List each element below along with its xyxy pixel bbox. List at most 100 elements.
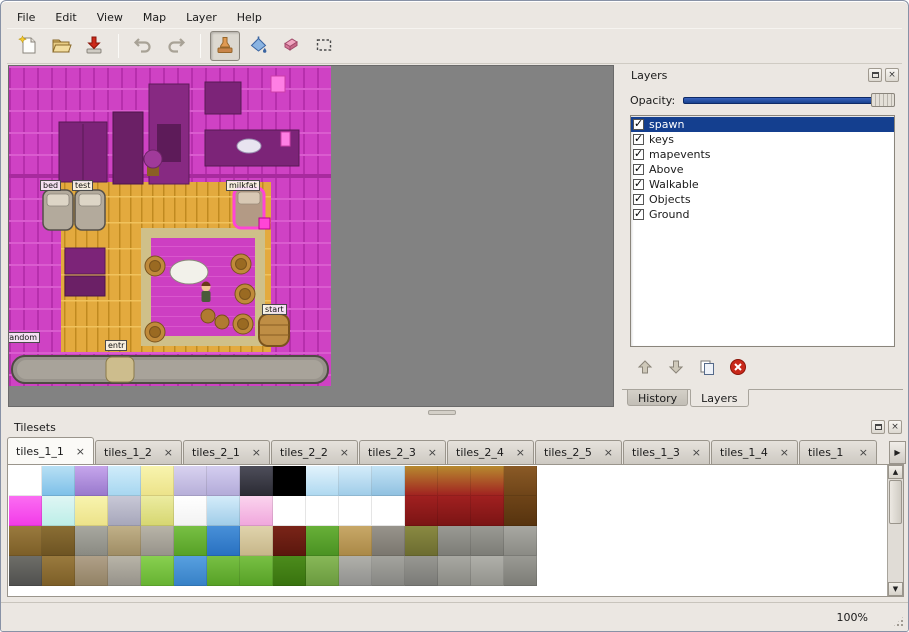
tab-close-icon[interactable]: ×: [692, 446, 701, 459]
map-view[interactable]: bedtestmilkfatstartrandomentr: [8, 65, 614, 407]
tab-close-icon[interactable]: ×: [252, 446, 261, 459]
tile[interactable]: [75, 556, 108, 586]
tileset-scrollbar[interactable]: ▲ ▼: [887, 465, 903, 596]
tile[interactable]: [9, 496, 42, 526]
menu-help[interactable]: Help: [227, 8, 272, 27]
tile[interactable]: [306, 556, 339, 586]
layer-visible-checkbox[interactable]: ✓: [633, 119, 644, 130]
tab-close-icon[interactable]: ×: [516, 446, 525, 459]
tile[interactable]: [438, 526, 471, 556]
tile[interactable]: [438, 496, 471, 526]
opacity-slider-handle[interactable]: [871, 93, 895, 107]
scroll-down-button[interactable]: ▼: [888, 582, 903, 596]
tile[interactable]: [207, 526, 240, 556]
tile[interactable]: [42, 526, 75, 556]
scrollbar-thumb[interactable]: [889, 480, 902, 524]
layer-row-mapevents[interactable]: ✓mapevents: [631, 147, 894, 162]
redo-button[interactable]: [161, 31, 191, 61]
tile[interactable]: [240, 466, 273, 496]
tile[interactable]: [108, 556, 141, 586]
layer-visible-checkbox[interactable]: ✓: [633, 149, 644, 160]
save-button[interactable]: [79, 31, 109, 61]
menu-view[interactable]: View: [87, 8, 133, 27]
layer-row-Above[interactable]: ✓Above: [631, 162, 894, 177]
tile[interactable]: [207, 556, 240, 586]
layer-visible-checkbox[interactable]: ✓: [633, 164, 644, 175]
tileset-tab-tiles_1_1[interactable]: tiles_1_1×: [7, 437, 94, 464]
tile[interactable]: [141, 526, 174, 556]
tile[interactable]: [207, 466, 240, 496]
tile[interactable]: [405, 496, 438, 526]
tile[interactable]: [273, 526, 306, 556]
tile[interactable]: [108, 466, 141, 496]
tile[interactable]: [471, 496, 504, 526]
layer-visible-checkbox[interactable]: ✓: [633, 194, 644, 205]
tile[interactable]: [240, 526, 273, 556]
tile[interactable]: [471, 526, 504, 556]
tile[interactable]: [471, 556, 504, 586]
duplicate-layer-button[interactable]: [696, 357, 718, 379]
layer-row-spawn[interactable]: ✓spawn: [631, 117, 894, 132]
tile[interactable]: [504, 556, 537, 586]
opacity-slider[interactable]: [683, 93, 895, 107]
tile[interactable]: [405, 466, 438, 496]
tile[interactable]: [273, 556, 306, 586]
tileset-tab-tiles_1[interactable]: tiles_1×: [799, 440, 877, 464]
tile[interactable]: [240, 556, 273, 586]
tab-close-icon[interactable]: ×: [76, 445, 85, 458]
tile[interactable]: [471, 466, 504, 496]
tile[interactable]: [42, 556, 75, 586]
scroll-up-button[interactable]: ▲: [888, 465, 903, 479]
tile[interactable]: [306, 466, 339, 496]
menu-map[interactable]: Map: [133, 8, 176, 27]
tile[interactable]: [240, 496, 273, 526]
fill-button[interactable]: [243, 31, 273, 61]
tile[interactable]: [504, 526, 537, 556]
tile[interactable]: [75, 496, 108, 526]
tile[interactable]: [273, 466, 306, 496]
tile[interactable]: [372, 466, 405, 496]
tab-scroll-right-button[interactable]: ▶: [889, 441, 906, 464]
layers-close-button[interactable]: ×: [885, 68, 899, 82]
undo-button[interactable]: [128, 31, 158, 61]
tile[interactable]: [75, 526, 108, 556]
tile[interactable]: [9, 466, 42, 496]
tile[interactable]: [504, 466, 537, 496]
layer-row-Walkable[interactable]: ✓Walkable: [631, 177, 894, 192]
layer-row-keys[interactable]: ✓keys: [631, 132, 894, 147]
tile[interactable]: [174, 556, 207, 586]
tile[interactable]: [108, 496, 141, 526]
tile[interactable]: [141, 556, 174, 586]
tab-close-icon[interactable]: ×: [428, 446, 437, 459]
tilesets-close-button[interactable]: ×: [888, 420, 902, 434]
layer-visible-checkbox[interactable]: ✓: [633, 134, 644, 145]
tileset-tab-tiles_2_3[interactable]: tiles_2_3×: [359, 440, 446, 464]
tile[interactable]: [75, 466, 108, 496]
map-canvas[interactable]: bedtestmilkfatstartrandomentr: [9, 66, 331, 386]
tile[interactable]: [9, 526, 42, 556]
tile[interactable]: [207, 496, 240, 526]
tileset-tab-tiles_2_5[interactable]: tiles_2_5×: [535, 440, 622, 464]
tileset-tab-tiles_2_2[interactable]: tiles_2_2×: [271, 440, 358, 464]
tile[interactable]: [339, 556, 372, 586]
dock-tab-history[interactable]: History: [627, 390, 688, 406]
tile[interactable]: [405, 526, 438, 556]
layer-visible-checkbox[interactable]: ✓: [633, 209, 644, 220]
layer-list[interactable]: ✓spawn✓keys✓mapevents✓Above✓Walkable✓Obj…: [630, 115, 895, 347]
dock-tab-layers[interactable]: Layers: [690, 389, 748, 407]
resize-grip[interactable]: [892, 615, 905, 628]
tile[interactable]: [9, 556, 42, 586]
tileset-tab-tiles_2_1[interactable]: tiles_2_1×: [183, 440, 270, 464]
tile[interactable]: [339, 526, 372, 556]
tileset-tab-tiles_1_2[interactable]: tiles_1_2×: [95, 440, 182, 464]
tileset-tab-tiles_2_4[interactable]: tiles_2_4×: [447, 440, 534, 464]
tile[interactable]: [306, 526, 339, 556]
tile[interactable]: [141, 496, 174, 526]
tilesets-float-button[interactable]: [871, 420, 885, 434]
tile[interactable]: [174, 526, 207, 556]
tile[interactable]: [372, 526, 405, 556]
tile[interactable]: [405, 556, 438, 586]
tile[interactable]: [504, 496, 537, 526]
open-button[interactable]: [46, 31, 76, 61]
tile[interactable]: [438, 466, 471, 496]
